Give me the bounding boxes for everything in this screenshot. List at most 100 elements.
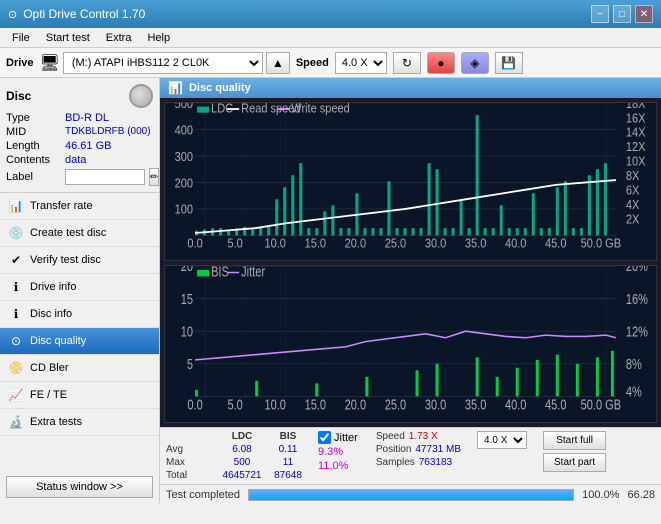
menu-file[interactable]: File [4, 30, 38, 46]
svg-text:20.0: 20.0 [345, 396, 366, 413]
svg-text:50.0 GB: 50.0 GB [581, 236, 621, 251]
statusbar: Test completed 100.0% 66.28 [160, 484, 661, 504]
svg-text:Jitter: Jitter [241, 266, 266, 280]
position-value: 47731 MB [415, 444, 461, 455]
svg-text:20.0: 20.0 [345, 236, 367, 251]
titlebar-left: ⊙ Opti Drive Control 1.70 [8, 7, 145, 21]
disc-type-label: Type [6, 112, 61, 124]
create-test-disc-icon: 💿 [8, 225, 24, 241]
sidebar-item-fe-te[interactable]: 📈 FE / TE [0, 382, 159, 409]
avg-ldc: 6.08 [222, 444, 262, 455]
maximize-button[interactable]: □ [613, 5, 631, 23]
svg-text:45.0: 45.0 [545, 396, 566, 413]
disc-label-edit-button[interactable]: ✏ [149, 168, 159, 186]
stats-total-row: Total 4645721 87648 [166, 470, 308, 481]
drivebar: Drive 🖥 (M:) ATAPI iHBS112 2 CL0K ▲ Spee… [0, 48, 661, 78]
sidebar-item-disc-info[interactable]: ℹ Disc info [0, 301, 159, 328]
test-speed-select[interactable]: 4.0 X [477, 431, 527, 449]
refresh-button[interactable]: ↻ [393, 52, 421, 74]
svg-text:16%: 16% [626, 290, 648, 307]
avg-bis: 0.11 [268, 444, 308, 455]
extra-tests-label: Extra tests [30, 416, 82, 428]
verify-test-disc-label: Verify test disc [30, 254, 101, 266]
start-part-button[interactable]: Start part [543, 453, 606, 472]
svg-text:50.0 GB: 50.0 GB [581, 396, 621, 413]
titlebar-controls[interactable]: − □ ✕ [591, 5, 653, 23]
svg-text:45.0: 45.0 [545, 236, 567, 251]
stats-bar: LDC BIS Avg 6.08 0.11 Max 500 11 Total 4… [160, 427, 661, 484]
content-area: 📊 Disc quality [160, 78, 661, 504]
disc-label-input[interactable] [65, 169, 145, 185]
sidebar-item-transfer-rate[interactable]: 📊 Transfer rate [0, 193, 159, 220]
transfer-rate-label: Transfer rate [30, 200, 93, 212]
drive-icon: 🖥 [40, 53, 60, 73]
disc-info-label: Disc info [30, 308, 72, 320]
svg-text:300: 300 [175, 149, 194, 164]
extra-tests-icon: 🔬 [8, 414, 24, 430]
menu-start-test[interactable]: Start test [38, 30, 98, 46]
total-ldc: 4645721 [222, 470, 262, 481]
drive-info-icon: ℹ [8, 279, 24, 295]
sidebar-item-disc-quality[interactable]: ⊙ Disc quality [0, 328, 159, 355]
sidebar-item-create-test-disc[interactable]: 💿 Create test disc [0, 220, 159, 247]
disc-icon [129, 84, 153, 108]
svg-text:15.0: 15.0 [305, 236, 327, 251]
svg-text:10X: 10X [626, 154, 646, 169]
nav-list: 📊 Transfer rate 💿 Create test disc ✔ Ver… [0, 193, 159, 470]
svg-text:100: 100 [175, 202, 194, 217]
svg-text:35.0: 35.0 [465, 396, 486, 413]
start-full-button[interactable]: Start full [543, 431, 606, 450]
max-label: Max [166, 457, 216, 468]
transfer-rate-icon: 📊 [8, 198, 24, 214]
jitter-checkbox-row[interactable]: Jitter [318, 431, 358, 444]
drive-select[interactable]: (M:) ATAPI iHBS112 2 CL0K [63, 52, 263, 74]
fe-te-label: FE / TE [30, 389, 67, 401]
svg-text:400: 400 [175, 122, 194, 137]
svg-text:12X: 12X [626, 139, 646, 154]
speed-row: Speed 1.73 X [376, 431, 461, 442]
position-row: Position 47731 MB [376, 444, 461, 455]
sidebar-item-drive-info[interactable]: ℹ Drive info [0, 274, 159, 301]
svg-text:10.0: 10.0 [265, 396, 286, 413]
status-window-button[interactable]: Status window >> [6, 476, 153, 498]
disc-type-row: Type BD-R DL [6, 112, 153, 124]
drive-info-label: Drive info [30, 281, 76, 293]
bottom-chart: 20 15 10 5 20% 16% 12% 8% 4% [164, 265, 657, 424]
disc-panel-title: Disc [6, 89, 31, 103]
bottom-chart-svg: 20 15 10 5 20% 16% 12% 8% 4% [165, 266, 656, 423]
disc-button1[interactable]: ● [427, 52, 455, 74]
app-title: Opti Drive Control 1.70 [23, 7, 145, 21]
sidebar-item-verify-test-disc[interactable]: ✔ Verify test disc [0, 247, 159, 274]
svg-text:25.0: 25.0 [385, 236, 407, 251]
speed-position-section: Speed 1.73 X Position 47731 MB Samples 7… [376, 431, 461, 468]
disc-button2[interactable]: ◈ [461, 52, 489, 74]
sidebar: Disc Type BD-R DL MID TDKBLDRFB (000) Le… [0, 78, 160, 504]
svg-text:15.0: 15.0 [305, 396, 326, 413]
svg-text:30.0: 30.0 [425, 236, 447, 251]
samples-label: Samples [376, 457, 415, 468]
svg-text:2X: 2X [626, 211, 639, 226]
top-chart-svg: 500 400 300 200 100 18X 16X 14X 12X 10X … [165, 103, 656, 260]
menu-extra[interactable]: Extra [98, 30, 140, 46]
samples-value: 763183 [419, 457, 452, 468]
save-button[interactable]: 💾 [495, 52, 523, 74]
sidebar-item-cd-bler[interactable]: 📀 CD Bler [0, 355, 159, 382]
svg-text:8%: 8% [626, 355, 642, 372]
max-bis: 11 [268, 457, 308, 468]
menu-help[interactable]: Help [139, 30, 178, 46]
minimize-button[interactable]: − [591, 5, 609, 23]
svg-text:0.0: 0.0 [187, 236, 203, 251]
disc-quality-label: Disc quality [30, 335, 86, 347]
jitter-label: Jitter [334, 432, 358, 444]
speed-value: 1.73 X [409, 431, 438, 442]
close-button[interactable]: ✕ [635, 5, 653, 23]
disc-length-label: Length [6, 140, 61, 152]
drive-eject-button[interactable]: ▲ [266, 52, 290, 74]
disc-info-icon: ℹ [8, 306, 24, 322]
svg-text:30.0: 30.0 [425, 396, 446, 413]
speed-select[interactable]: 4.0 X [335, 52, 387, 74]
status-text: Test completed [166, 489, 240, 501]
action-buttons: Start full Start part [543, 431, 606, 472]
sidebar-item-extra-tests[interactable]: 🔬 Extra tests [0, 409, 159, 436]
jitter-checkbox[interactable] [318, 431, 331, 444]
